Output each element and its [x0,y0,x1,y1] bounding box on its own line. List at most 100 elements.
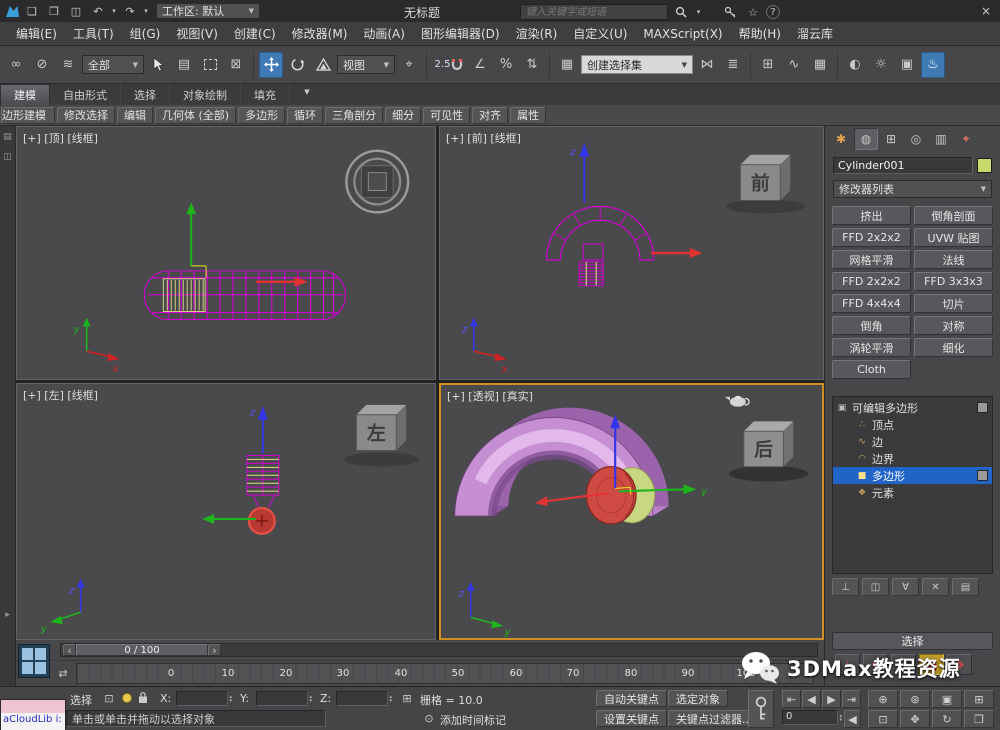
undo-caret-icon[interactable]: ▾ [110,2,118,20]
motion-tab-icon[interactable]: ◎ [904,128,928,150]
ribbon-tab-modeling[interactable]: 建模 [0,84,50,105]
schematic-view-icon[interactable]: ▦ [808,52,832,78]
play-animation-icon[interactable]: ▶ [822,690,841,708]
new-file-icon[interactable]: ❏ [22,2,42,20]
set-key-button[interactable]: 设置关键点 [596,710,667,727]
search-input[interactable] [520,4,668,20]
menu-liuyunku[interactable]: 溜云库 [789,25,841,42]
curve-editor-icon[interactable]: ∿ [782,52,806,78]
select-and-link-icon[interactable]: ∞ [4,52,28,78]
viewport-front[interactable]: [+] [前] [线框] z 前 z x [439,126,824,380]
z-coordinate-field[interactable]: ▴ ▾ [336,691,392,706]
isolate-selection-bulb-icon[interactable] [122,693,132,703]
object-color-swatch[interactable] [977,158,992,173]
stack-row-edge[interactable]: ∿ 边 [833,433,992,450]
viewport-perspective-label[interactable]: [+] [透视] [真实] [447,388,533,404]
menu-create[interactable]: 创建(C) [226,25,284,42]
macro-recorder-pane[interactable] [1,700,65,713]
zoom-region-icon[interactable]: ⊡ [868,710,898,728]
add-time-tag-label[interactable]: 添加时间标记 [440,712,506,728]
stack-row-border[interactable]: ◠ 边界 [833,450,992,467]
auto-key-button[interactable]: 自动关键点 [596,690,667,707]
modifier-button[interactable]: FFD 3x3x3 [914,272,993,291]
reference-cube-front[interactable]: 前 [725,154,806,214]
menu-rendering[interactable]: 渲染(R) [508,25,566,42]
ribbon-tab-object-paint[interactable]: 对象绘制 [170,84,241,105]
viewport-left[interactable]: [+] [左] [线框] z 左 z y [16,383,436,640]
save-file-icon[interactable]: ◫ [66,2,86,20]
next-frame-icon[interactable]: ◀ [844,710,861,728]
reference-cube-left[interactable]: 左 [343,404,420,467]
stack-eye-toggle[interactable] [977,402,988,413]
modifier-button[interactable]: 对称 [914,316,993,335]
orbit-icon[interactable]: ↻ [932,710,962,728]
x-coordinate-field[interactable]: ▴ ▾ [176,691,232,706]
modifier-button[interactable]: 法线 [914,250,993,269]
ribbon-tab-selection[interactable]: 选择 [121,84,170,105]
menu-views[interactable]: 视图(V) [168,25,226,42]
modify-tab-icon[interactable]: ◍ [854,128,878,150]
named-selection-set-dropdown[interactable]: 创建选择集 ▼ [581,55,693,74]
remove-modifier-icon[interactable]: ✕ [922,578,949,596]
menu-tools[interactable]: 工具(T) [65,25,122,42]
stack-row-editable-poly[interactable]: ▣ 可编辑多边形 [833,399,992,416]
pin-stack-icon[interactable]: ⊥ [832,578,859,596]
display-tab-icon[interactable]: ▥ [929,128,953,150]
panel-geometry-all[interactable]: 几何体 (全部) [155,106,237,124]
selection-filter-dropdown[interactable]: 全部 ▼ [82,55,144,74]
listener-pane[interactable]: aCloudLib i: [1,713,65,730]
modifier-button[interactable]: 倒角 [832,316,911,335]
vertex-mode-icon[interactable]: ∴ [835,654,860,675]
modifier-button[interactable]: 倒角剖面 [914,206,993,225]
go-to-end-icon[interactable]: ⇥ [842,690,861,708]
favorites-star-icon[interactable]: ☆ [743,3,763,21]
element-mode-icon[interactable]: ❖ [947,654,972,675]
viewport-top-label[interactable]: [+] [顶] [线框] [23,130,98,146]
panel-polygon-modeling[interactable]: 多边形建模 [1,106,55,124]
rendered-frame-window-icon[interactable]: ▣ [895,52,919,78]
stack-eye-toggle[interactable] [977,470,988,481]
zoom-icon[interactable]: ⊕ [868,690,898,708]
move-gizmo[interactable]: z [569,142,703,258]
selection-lock-icon[interactable] [138,691,148,707]
panel-modify-selection[interactable]: 修改选择 [57,106,115,124]
panel-visibility[interactable]: 可见性 [423,106,471,124]
panel-loops[interactable]: 循环 [287,106,324,124]
window-crossing-icon[interactable]: ⊠ [224,52,248,78]
make-unique-icon[interactable]: ∀ [892,578,919,596]
border-mode-icon[interactable]: ◠ [891,654,916,675]
menu-group[interactable]: 组(G) [122,25,169,42]
redo-icon[interactable]: ↷ [120,2,140,20]
zoom-all-icon[interactable]: ⊛ [900,690,930,708]
y-coordinate-field[interactable]: ▴ ▾ [256,691,312,706]
render-setup-icon[interactable]: ☼ [869,52,893,78]
previous-frame-icon[interactable]: ◀ [802,690,821,708]
go-to-start-icon[interactable]: ⇤ [782,690,801,708]
stack-row-polygon-selected[interactable]: ■ 多边形 [833,467,992,484]
panel-align[interactable]: 对齐 [472,106,509,124]
left-dock-tab-icon[interactable]: ◫ [1,150,14,164]
modifier-button[interactable]: 网格平滑 [832,250,911,269]
modifier-button[interactable]: Cloth [832,360,911,379]
modifier-button[interactable]: FFD 4x4x4 [832,294,911,313]
modifier-button[interactable]: 涡轮平滑 [832,338,911,357]
modifier-button[interactable]: 细化 [914,338,993,357]
ribbon-tab-populate[interactable]: 填充 [241,84,290,105]
menu-modifiers[interactable]: 修改器(M) [284,25,356,42]
modifier-button[interactable]: 挤出 [832,206,911,225]
object-name-field[interactable]: Cylinder001 [833,157,973,174]
selection-rollout-header[interactable]: 选择 [832,632,993,650]
viewport-left-label[interactable]: [+] [左] [线框] [23,387,98,403]
layer-manager-icon[interactable]: ⊞ [756,52,780,78]
selection-set-key-dropdown[interactable]: 选定对象 [668,690,728,707]
modifier-list-dropdown[interactable]: 修改器列表 ▼ [833,180,992,198]
angle-snap-icon[interactable]: ∠ [468,52,492,78]
hierarchy-tab-icon[interactable]: ⊞ [879,128,903,150]
menu-edit[interactable]: 编辑(E) [8,25,65,42]
key-filters-button[interactable]: 关键点过滤器... [668,710,761,727]
material-editor-icon[interactable]: ◐ [843,52,867,78]
menu-maxscript[interactable]: MAXScript(X) [635,27,730,41]
undo-icon[interactable]: ↶ [88,2,108,20]
align-icon[interactable]: ≣ [721,52,745,78]
ribbon-tab-freeform[interactable]: 自由形式 [50,84,121,105]
